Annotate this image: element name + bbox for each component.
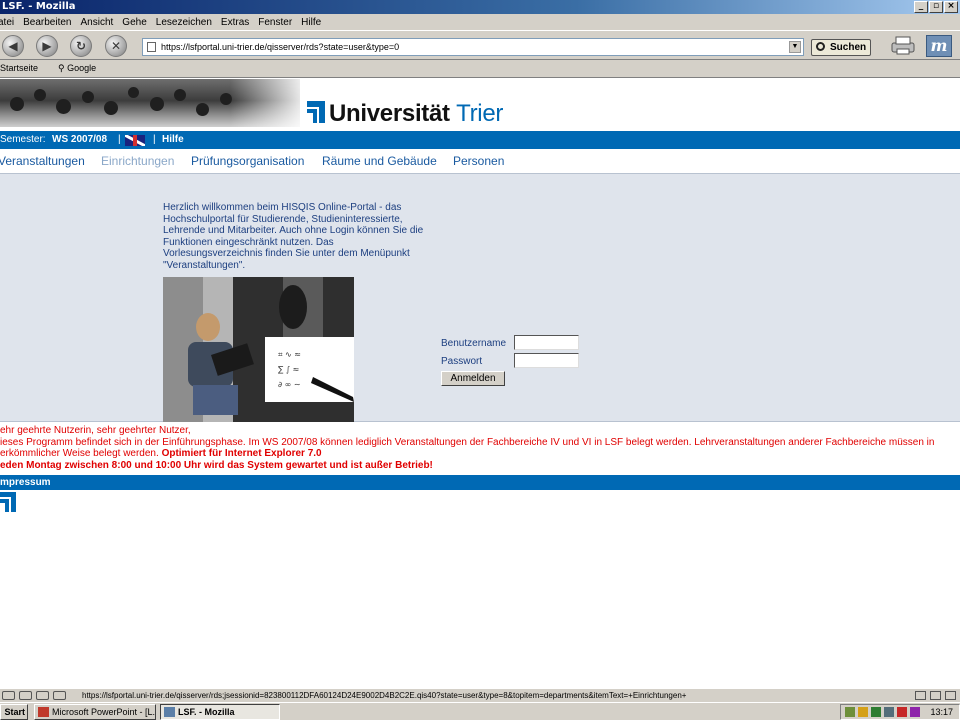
security-lock-icon[interactable] (930, 691, 941, 700)
windows-taskbar: Start Microsoft PowerPoint - [L... LSF. … (0, 702, 960, 720)
help-link[interactable]: Hilfe (162, 131, 184, 149)
bookmarks-toolbar: Startseite ⚲ Google (0, 60, 960, 78)
start-button[interactable]: Start (0, 704, 28, 720)
minimize-button[interactable]: _ (914, 1, 928, 13)
content-panel: Herzlich willkommen beim HISQIS Online-P… (0, 173, 960, 422)
menu-extras[interactable]: Extras (221, 17, 249, 28)
separator: | (118, 134, 121, 145)
navigation-toolbar: ◀ ▶ ↻ ✕ https://lsfportal.uni-trier.de/q… (0, 30, 960, 60)
university-logo-icon (307, 101, 325, 123)
bookmark-startseite[interactable]: Startseite (0, 60, 38, 77)
search-icon (816, 42, 825, 51)
system-tray: 13:17 (840, 704, 960, 720)
notice-greeting: ehr geehrte Nutzerin, sehr geehrter Nutz… (0, 425, 191, 436)
nav-einrichtungen[interactable]: Einrichtungen (101, 150, 174, 172)
menu-lesezeichen[interactable]: Lesezeichen (156, 17, 212, 28)
notice-optimized: Optimiert für Internet Explorer 7.0 (161, 448, 322, 460)
footer-logo-icon (0, 492, 16, 512)
connection-icon (915, 691, 926, 700)
url-dropdown-icon[interactable]: ▼ (789, 41, 801, 53)
mozilla-icon (164, 707, 175, 717)
semester-value[interactable]: WS 2007/08 (52, 131, 107, 149)
menu-bar: atei Bearbeiten Ansicht Gehe Lesezeichen… (0, 14, 960, 30)
reload-icon[interactable]: ↻ (70, 35, 92, 57)
url-bar[interactable]: https://lsfportal.uni-trier.de/qisserver… (142, 38, 804, 56)
semester-label: Semester: (0, 134, 46, 145)
notice-text: ehr geehrte Nutzerin, sehr geehrter Nutz… (0, 425, 960, 472)
semester-bar: Semester: WS 2007/08 | | Hilfe (0, 131, 960, 149)
lecture-hall-photo (0, 79, 300, 127)
close-button[interactable]: × (944, 1, 958, 13)
main-navigation: Veranstaltungen Einrichtungen Prüfungsor… (0, 150, 960, 172)
password-input[interactable] (514, 353, 579, 368)
notice-maintenance: eden Montag zwischen 8:00 und 10:00 Uhr … (0, 460, 433, 472)
taskbar-item-mozilla[interactable]: LSF. - Mozilla (160, 704, 280, 720)
bookmark-icon: ⚲ (58, 63, 68, 73)
tray-app-icon[interactable] (884, 707, 894, 717)
printer-icon[interactable] (889, 34, 917, 56)
impressum-link[interactable]: mpressum (0, 477, 51, 488)
header-banner: Universität Trier (0, 79, 960, 131)
window-controls: _ ▫ × (914, 1, 958, 13)
menu-datei[interactable]: atei (0, 17, 14, 28)
password-label: Passwort (441, 356, 483, 367)
menu-fenster[interactable]: Fenster (258, 17, 292, 28)
login-button[interactable]: Anmelden (441, 371, 505, 386)
popup-icon[interactable] (945, 691, 956, 700)
window-titlebar: LSF. - Mozilla _ ▫ × (0, 0, 960, 14)
menu-bearbeiten[interactable]: Bearbeiten (23, 17, 71, 28)
status-icons (2, 691, 66, 700)
welcome-text: Herzlich willkommen beim HISQIS Online-P… (163, 202, 424, 271)
status-url: https://lsfportal.uni-trier.de/qisserver… (82, 691, 687, 700)
menu-gehe[interactable]: Gehe (122, 17, 146, 28)
status-right-icons (915, 691, 956, 700)
notice-body-line1: ieses Programm befindet sich in der Einf… (0, 436, 935, 448)
svg-text:⌗ ∿ ≈: ⌗ ∿ ≈ (278, 350, 301, 359)
powerpoint-icon (38, 707, 49, 717)
restore-button[interactable]: ▫ (929, 1, 943, 13)
nav-personen[interactable]: Personen (453, 150, 504, 172)
url-text: https://lsfportal.uni-trier.de/qisserver… (161, 42, 400, 52)
nav-pruefungsorganisation[interactable]: Prüfungsorganisation (191, 150, 304, 172)
chat-icon[interactable] (53, 691, 66, 700)
mozilla-logo-icon: m (926, 35, 952, 57)
search-button[interactable]: Suchen (811, 39, 871, 56)
status-bar: https://lsfportal.uni-trier.de/qisserver… (0, 688, 960, 702)
search-label: Suchen (830, 42, 867, 53)
nav-raeume-und-gebaeude[interactable]: Räume und Gebäude (322, 150, 437, 172)
back-icon[interactable]: ◀ (2, 35, 24, 57)
impressum-bar: mpressum (0, 475, 960, 490)
page-icon (147, 42, 156, 52)
clock: 13:17 (930, 707, 953, 717)
menu-hilfe[interactable]: Hilfe (301, 17, 321, 28)
bookmark-google[interactable]: ⚲ Google (58, 60, 96, 77)
volume-icon[interactable] (858, 707, 868, 717)
students-photo: ⌗ ∿ ≈ ∑ ∫ ≈ ∂ ∞ ∼ (163, 277, 354, 422)
username-label: Benutzername (441, 338, 507, 349)
english-flag-icon[interactable] (125, 135, 145, 146)
address-book-icon[interactable] (36, 691, 49, 700)
svg-text:∑ ∫ ≈: ∑ ∫ ≈ (278, 365, 299, 374)
svg-text:∂ ∞ ∼: ∂ ∞ ∼ (278, 380, 301, 389)
forward-icon[interactable]: ▶ (36, 35, 58, 57)
notice-body-line2: erkömmlicher Weise belegt werden. Optimi… (0, 448, 322, 460)
nav-veranstaltungen[interactable]: Veranstaltungen (0, 150, 85, 172)
username-input[interactable] (514, 335, 579, 350)
menu-ansicht[interactable]: Ansicht (81, 17, 114, 28)
antivirus-icon[interactable] (871, 707, 881, 717)
tray-m-icon[interactable] (910, 707, 920, 717)
taskbar-item-powerpoint[interactable]: Microsoft PowerPoint - [L... (34, 704, 156, 720)
composer-icon[interactable] (19, 691, 32, 700)
window-title: LSF. - Mozilla (2, 1, 76, 12)
network-icon[interactable] (845, 707, 855, 717)
messenger-icon[interactable] (897, 707, 907, 717)
mail-icon[interactable] (2, 691, 15, 700)
separator: | (153, 134, 156, 145)
university-name: Universität Trier (329, 100, 504, 127)
stop-icon[interactable]: ✕ (105, 35, 127, 57)
